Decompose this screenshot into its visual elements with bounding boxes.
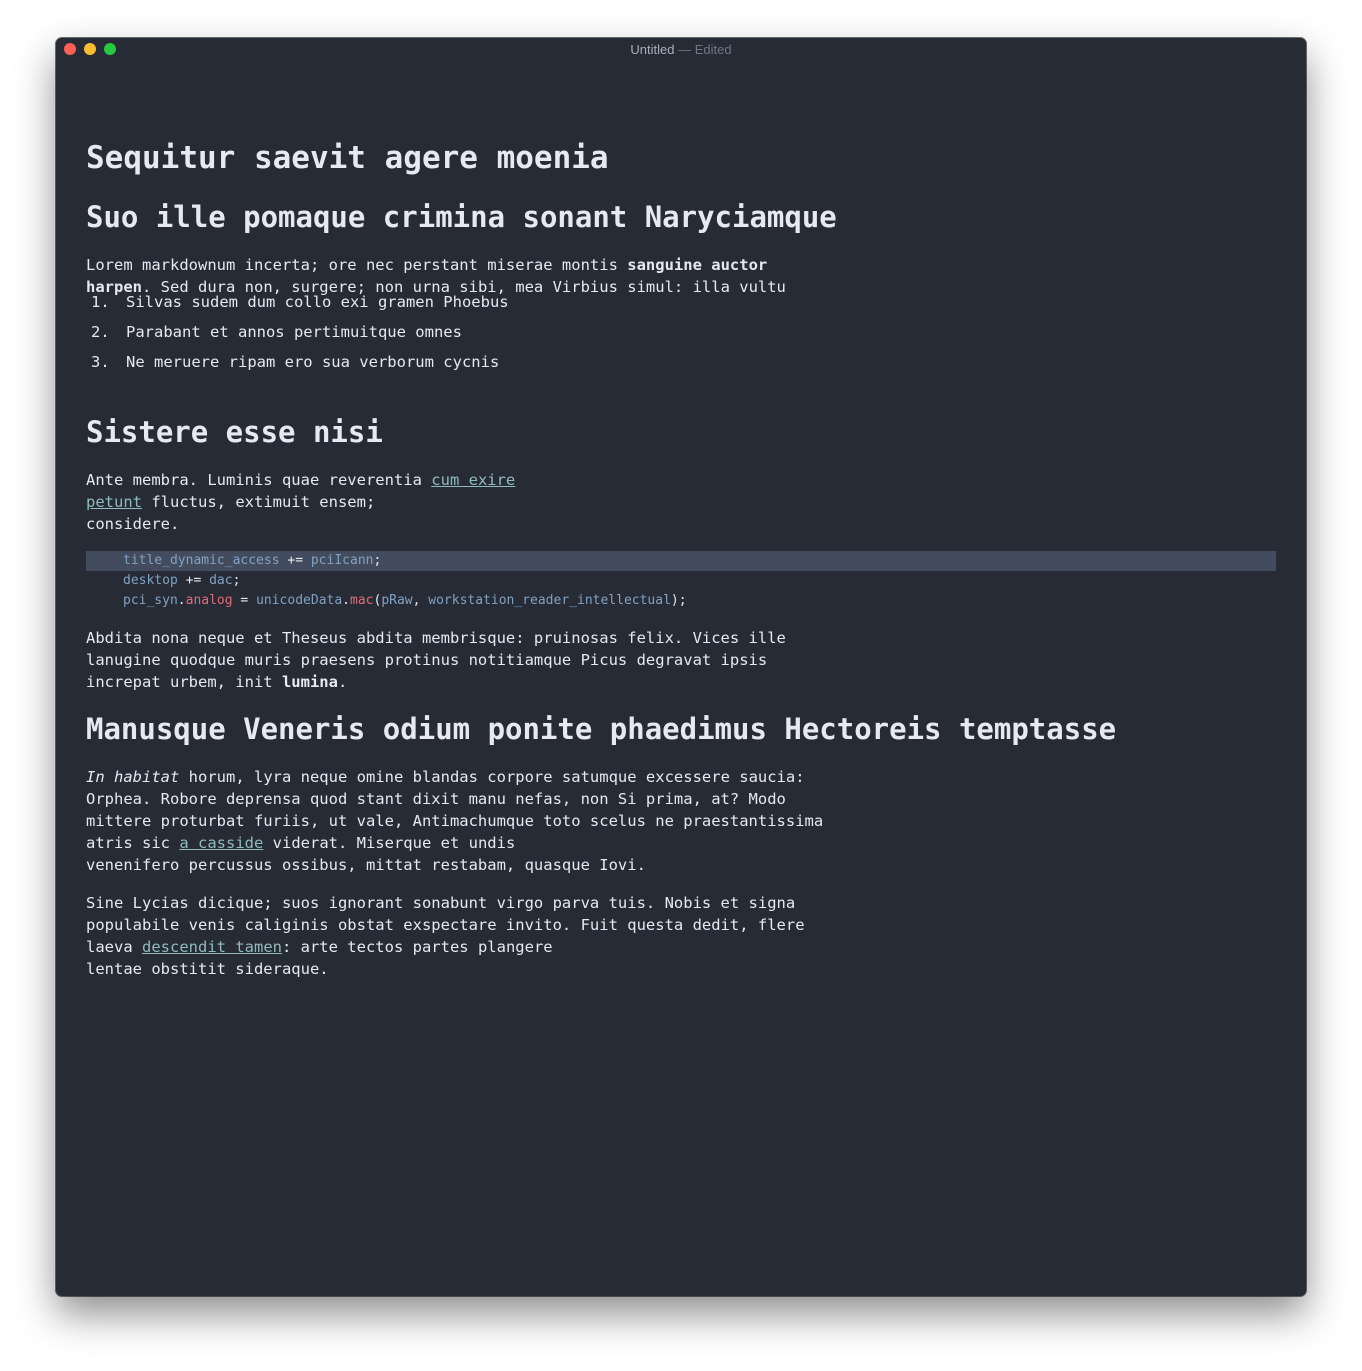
code-token: workstation_reader_intellectual <box>428 593 671 608</box>
paragraph-section3: In habitat horum, lyra neque omine bland… <box>86 766 823 876</box>
text-run: lanugine quodque muris praesens protinus… <box>86 651 768 669</box>
code-token: title_dynamic_access <box>123 553 280 568</box>
heading-2-section3: Manusque Veneris odium ponite phaedimus … <box>86 712 1117 746</box>
list-item-text: Parabant et annos pertimuitque omnes <box>126 323 462 341</box>
code-token: pRaw <box>381 593 413 608</box>
text-run: fluctus, extimuit ensem; <box>142 493 376 511</box>
window-title: Untitled — Edited <box>56 42 1306 57</box>
text-run: viderat. Miserque et undis <box>263 834 516 852</box>
text-run: populabile venis caliginis obstat exspec… <box>86 916 805 934</box>
list-item: 1. Silvas sudem dum collo exi gramen Phoe… <box>86 287 509 317</box>
heading-2-section1: Suo ille pomaque crimina sonant Naryciam… <box>86 200 837 234</box>
list-item: 3. Ne meruere ripam ero sua verborum cycn… <box>86 347 509 377</box>
code-token: analog <box>185 593 233 608</box>
code-line: title_dynamic_access += pciIcann; <box>86 551 1276 571</box>
link-a-casside[interactable]: a casside <box>179 834 263 852</box>
text-run: Abdita nona neque et Theseus abdita memb… <box>86 629 786 647</box>
paragraph-section2-b: Abdita nona neque et Theseus abdita memb… <box>86 627 786 693</box>
text-run: increpat urbem, init <box>86 673 282 691</box>
list-number: 2. <box>91 323 110 341</box>
code-line: desktop += dac; <box>86 571 1276 591</box>
list-number: 1. <box>91 293 110 311</box>
code-line: pci_syn.analog = unicodeData.mac(pRaw, w… <box>86 591 1276 611</box>
edited-status: Edited <box>694 42 732 57</box>
heading-1: Sequitur saevit agere moenia <box>86 140 609 176</box>
text-run: Orphea. Robore deprensa quod stant dixit… <box>86 790 786 808</box>
bold-text: sanguine auctor <box>627 256 768 274</box>
list-item-text: Silvas sudem dum collo exi gramen Phoebu… <box>126 293 509 311</box>
code-token: += <box>279 553 311 568</box>
text-run: mittere proturbat furiis, ut vale, Antim… <box>86 812 824 830</box>
document-name: Untitled <box>630 42 675 57</box>
code-token: desktop <box>123 573 178 588</box>
text-run: lentae obstitit sideraque. <box>86 960 329 978</box>
italic-text: In habitat <box>86 768 180 786</box>
ordered-list: 1. Silvas sudem dum collo exi gramen Phoe… <box>86 287 509 377</box>
text-run: considere. <box>86 515 180 533</box>
title-bar: Untitled — Edited <box>56 38 1306 60</box>
paragraph-section3-b: Sine Lycias dicique; suos ignorant sonab… <box>86 892 805 980</box>
list-number: 3. <box>91 353 110 371</box>
code-block: title_dynamic_access += pciIcann; deskto… <box>86 551 1276 611</box>
title-separator: — <box>678 42 692 57</box>
link-petunt[interactable]: petunt <box>86 493 142 511</box>
code-token: . <box>342 593 350 608</box>
bold-text: lumina <box>281 673 338 691</box>
link-descendit-tamen[interactable]: descendit tamen <box>142 938 282 956</box>
code-token: ); <box>670 593 687 608</box>
list-item: 2. Parabant et annos pertimuitque omnes <box>86 317 509 347</box>
code-token: ; <box>232 573 241 588</box>
text-run: . <box>337 673 348 691</box>
list-item-text: Ne meruere ripam ero sua verborum cycnis <box>126 353 500 371</box>
text-run: : arte tectos partes plangere <box>281 938 553 956</box>
code-token: ; <box>373 553 382 568</box>
code-token: pciIcann <box>310 553 374 568</box>
editor-window: Untitled — Edited Sequitur saevit agere … <box>56 38 1306 1296</box>
text-run: Lorem markdownum incerta; ore nec persta… <box>86 256 628 274</box>
text-run: venenifero percussus ossibus, mittat res… <box>86 856 646 874</box>
code-token: . <box>177 593 186 608</box>
text-run: horum, lyra neque omine blandas corpore … <box>179 768 805 786</box>
code-token: pci_syn <box>123 593 178 608</box>
code-token: dac <box>209 573 233 588</box>
link-cum-exire[interactable]: cum exire <box>431 471 515 489</box>
text-run: Ante membra. Luminis quae reverentia <box>86 471 432 489</box>
code-token: mac <box>350 593 374 608</box>
code-token: = <box>232 593 257 608</box>
text-run: atris sic <box>86 834 180 852</box>
text-run: laeva <box>86 938 142 956</box>
text-run: Sine Lycias dicique; suos ignorant sonab… <box>86 894 796 912</box>
code-token: += <box>177 573 210 588</box>
paragraph-section2: Ante membra. Luminis quae reverentia cum… <box>86 469 515 535</box>
code-token: unicodeData <box>256 593 343 608</box>
heading-2-section2: Sistere esse nisi <box>86 415 383 449</box>
code-token: , <box>412 593 429 608</box>
